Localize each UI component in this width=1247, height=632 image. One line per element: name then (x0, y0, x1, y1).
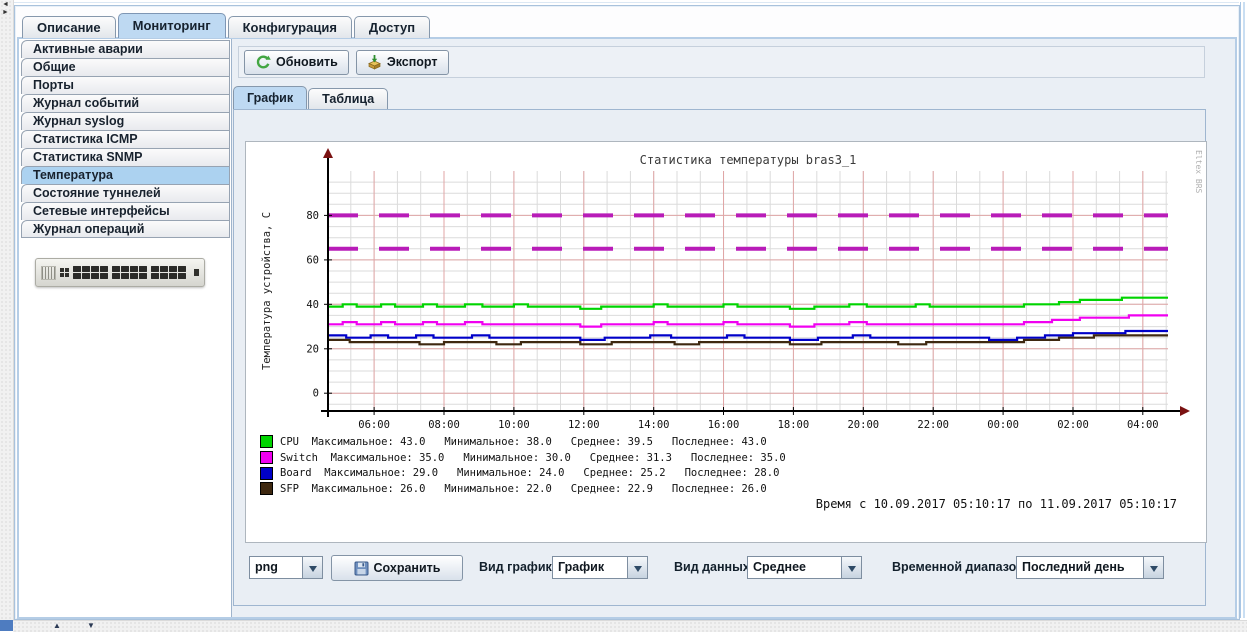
switch-chassis (35, 258, 205, 287)
legend-text: Switch Максимальное: 35.0 Минимальное: 3… (280, 452, 786, 464)
sidebar-item-ports[interactable]: Порты (21, 76, 230, 94)
main-tab-access[interactable]: Доступ (354, 16, 430, 38)
main-tab-monitoring[interactable]: Мониторинг (118, 13, 226, 38)
chevron-down-icon[interactable] (1143, 557, 1163, 578)
sidebar-item-syslog-log[interactable]: Журнал syslog (21, 112, 230, 130)
legend-row-switch: Switch Максимальное: 35.0 Минимальное: 3… (260, 450, 786, 466)
corner-accent (0, 620, 13, 631)
svg-text:20: 20 (306, 343, 319, 355)
content-box: Активные аварииОбщиеПортыЖурнал событийЖ… (17, 37, 1237, 619)
view-tab-chart[interactable]: График (233, 86, 307, 109)
svg-text:00:00: 00:00 (987, 419, 1019, 431)
chart-view-label: Вид графика (479, 560, 559, 574)
svg-text:08:00: 08:00 (428, 419, 460, 431)
view-tab-table[interactable]: Таблица (308, 88, 388, 109)
sidebar-item-operations-log[interactable]: Журнал операций (21, 220, 230, 238)
svg-text:Eltex BRS: Eltex BRS (1194, 150, 1203, 194)
main-tab-description[interactable]: Описание (22, 16, 116, 38)
sidebar-item-event-log[interactable]: Журнал событий (21, 94, 230, 112)
legend-text: SFP Максимальное: 26.0 Минимальное: 22.0… (280, 483, 767, 495)
legend-swatch-sfp (260, 482, 273, 495)
chevron-down-icon[interactable] (841, 557, 861, 578)
format-select[interactable]: png (249, 556, 323, 579)
export-label: Экспорт (387, 55, 438, 69)
legend-text: CPU Максимальное: 43.0 Минимальное: 38.0… (280, 436, 767, 448)
svg-text:40: 40 (306, 299, 319, 311)
svg-text:80: 80 (306, 210, 319, 222)
sidebar-item-active-alarms[interactable]: Активные аварии (21, 40, 230, 58)
chart-view-value: График (553, 557, 627, 578)
legend-row-cpu: CPU Максимальное: 43.0 Минимальное: 38.0… (260, 434, 786, 450)
legend-text: Board Максимальное: 29.0 Минимальное: 24… (280, 467, 779, 479)
sidebar-item-icmp-stats[interactable]: Статистика ICMP (21, 130, 230, 148)
chart-view-select[interactable]: График (552, 556, 648, 579)
export-controls: png Сохранить Вид графика (234, 553, 1205, 595)
chart-panel: 0 20 40 60 80 06:00 08:00 10:00 12:00 14:00 16:00 1… (245, 141, 1207, 543)
sidebar-item-tunnel-state[interactable]: Состояние туннелей (21, 184, 230, 202)
scroll-left-icon[interactable]: ◄ (2, 1, 9, 8)
export-icon (367, 54, 382, 70)
main-tab-configuration[interactable]: Конфигурация (228, 16, 352, 38)
legend-swatch-board (260, 467, 273, 480)
app-frame: ОписаниеМониторингКонфигурацияДоступ Акт… (14, 5, 1240, 620)
temperature-chart: 0 20 40 60 80 06:00 08:00 10:00 12:00 14:00 16:00 1… (246, 144, 1206, 434)
svg-text:60: 60 (306, 254, 319, 266)
refresh-button[interactable]: Обновить (244, 50, 349, 75)
time-range-select[interactable]: Последний день (1016, 556, 1164, 579)
sidebar: Активные аварииОбщиеПортыЖурнал событийЖ… (19, 39, 231, 617)
time-range-value: Последний день (1017, 557, 1143, 578)
frame-line (1243, 2, 1245, 618)
data-view-select[interactable]: Среднее (747, 556, 862, 579)
legend-row-sfp: SFP Максимальное: 26.0 Минимальное: 22.0… (260, 481, 786, 497)
device-image (35, 252, 207, 294)
svg-text:22:00: 22:00 (917, 419, 949, 431)
scroll-up-icon[interactable]: ▲ (53, 621, 61, 631)
time-range-select-label: Временной диапазон (892, 560, 1024, 574)
left-scroll-strip[interactable]: ◄ ► (0, 0, 14, 620)
time-range-label: Время с 10.09.2017 05:10:17 по 11.09.201… (816, 497, 1177, 511)
export-button[interactable]: Экспорт (356, 50, 449, 75)
data-view-label: Вид данных (674, 560, 750, 574)
svg-text:20:00: 20:00 (847, 419, 879, 431)
sidebar-item-general[interactable]: Общие (21, 58, 230, 76)
legend-swatch-switch (260, 451, 273, 464)
svg-text:04:00: 04:00 (1127, 419, 1159, 431)
chart-tab-content: 0 20 40 60 80 06:00 08:00 10:00 12:00 14:00 16:00 1… (233, 109, 1206, 606)
refresh-label: Обновить (276, 55, 338, 69)
svg-text:0: 0 (313, 388, 319, 400)
legend-row-board: Board Максимальное: 29.0 Минимальное: 24… (260, 465, 786, 481)
legend-swatch-cpu (260, 435, 273, 448)
sidebar-item-temperature[interactable]: Температура (21, 166, 230, 184)
monitoring-panel: Обновить Экспорт ГрафикТаблица 020 (231, 39, 1235, 617)
svg-text:06:00: 06:00 (358, 419, 390, 431)
svg-text:Температура устройства, C: Температура устройства, C (261, 212, 273, 370)
format-select-value: png (250, 557, 302, 578)
scroll-right-icon[interactable]: ► (2, 9, 9, 16)
data-view-value: Среднее (748, 557, 841, 578)
svg-text:10:00: 10:00 (498, 419, 530, 431)
svg-text:16:00: 16:00 (708, 419, 740, 431)
floppy-icon (354, 561, 369, 576)
svg-text:02:00: 02:00 (1057, 419, 1089, 431)
svg-text:Статистика температуры bras3_1: Статистика температуры bras3_1 (640, 153, 857, 167)
svg-text:18:00: 18:00 (778, 419, 810, 431)
main-tab-bar: ОписаниеМониторингКонфигурацияДоступ (22, 14, 430, 38)
chart-legend: CPU Максимальное: 43.0 Минимальное: 38.0… (260, 434, 786, 497)
frame-line (14, 2, 1239, 3)
refresh-icon (255, 54, 271, 70)
svg-text:12:00: 12:00 (568, 419, 600, 431)
svg-text:14:00: 14:00 (638, 419, 670, 431)
save-button[interactable]: Сохранить (331, 555, 463, 581)
sidebar-item-snmp-stats[interactable]: Статистика SNMP (21, 148, 230, 166)
chevron-down-icon[interactable] (302, 557, 322, 578)
toolbar: Обновить Экспорт (238, 46, 1205, 78)
save-label: Сохранить (374, 561, 441, 575)
chevron-down-icon[interactable] (627, 557, 647, 578)
frame-line (1240, 2, 1241, 618)
bottom-scroll-strip[interactable]: ▲ ▼ (13, 620, 1247, 632)
scroll-down-icon[interactable]: ▼ (87, 621, 95, 631)
sidebar-list: Активные аварииОбщиеПортыЖурнал событийЖ… (21, 40, 230, 238)
view-tab-bar: ГрафикТаблица (233, 86, 388, 109)
sidebar-item-network-interfaces[interactable]: Сетевые интерфейсы (21, 202, 230, 220)
